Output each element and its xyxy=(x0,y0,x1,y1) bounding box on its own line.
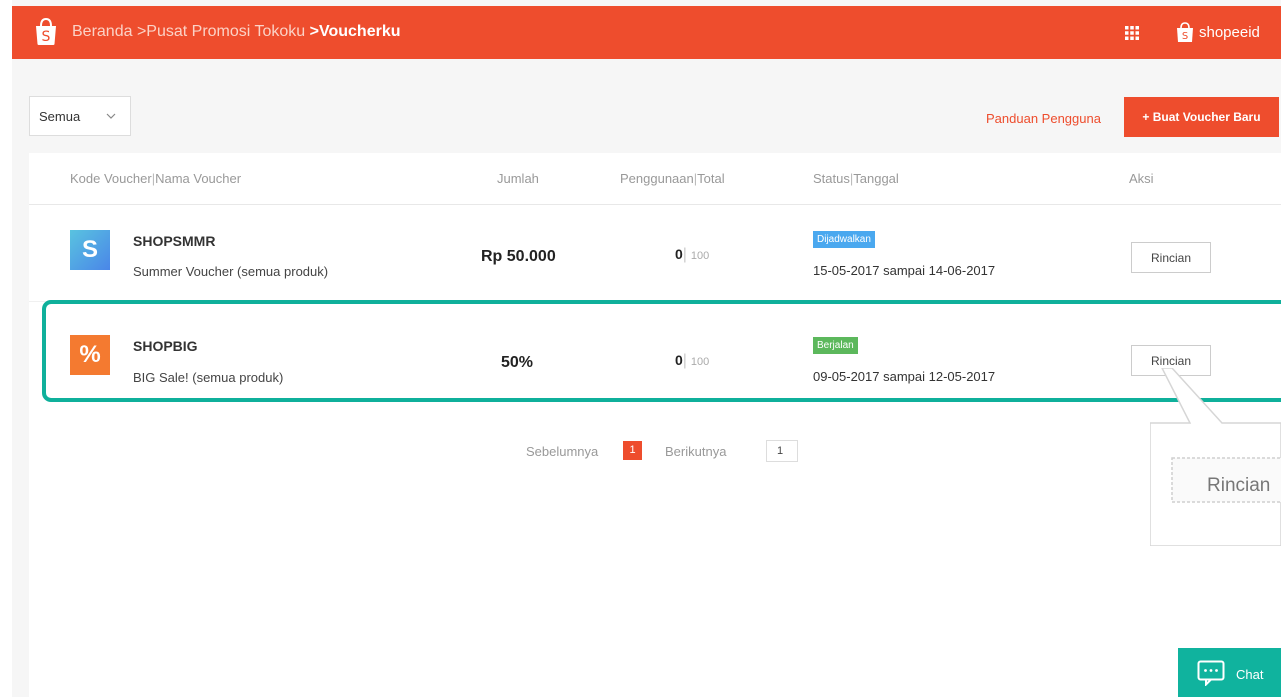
voucher-table: Kode Voucher|Nama Voucher Jumlah Penggun… xyxy=(29,153,1281,697)
table-header: Kode Voucher|Nama Voucher Jumlah Penggun… xyxy=(29,153,1281,205)
chat-icon xyxy=(1197,660,1225,686)
usage-used: 0 xyxy=(675,246,683,262)
status-filter-value: Semua xyxy=(39,108,81,124)
voucher-amount: Rp 50.000 xyxy=(481,248,556,265)
voucher-date-range: 15-05-2017 sampai 14-06-2017 xyxy=(813,263,996,278)
chevron-down-icon xyxy=(106,113,116,119)
voucher-code: SHOPSMMR xyxy=(133,233,216,249)
header-date: Tanggal xyxy=(853,171,899,186)
svg-text:S: S xyxy=(42,29,51,45)
header-amount: Jumlah xyxy=(497,171,539,186)
header-status: Status xyxy=(813,171,850,186)
status-filter-select[interactable]: Semua xyxy=(29,96,131,136)
chat-label: Chat xyxy=(1236,667,1264,682)
user-guide-link[interactable]: Panduan Pengguna xyxy=(986,111,1101,126)
dollar-icon: S xyxy=(70,230,110,270)
header-name: Nama Voucher xyxy=(155,171,242,186)
breadcrumb-home[interactable]: Beranda xyxy=(72,23,133,40)
svg-text:S: S xyxy=(1182,31,1188,42)
zoomed-details-label: Rincian xyxy=(1207,475,1271,496)
apps-grid-icon[interactable] xyxy=(1125,26,1139,40)
header-usage-total: Penggunaan|Total xyxy=(620,171,725,186)
status-badge: Dijadwalkan xyxy=(813,231,875,248)
page-edge xyxy=(0,0,12,697)
header-total: Total xyxy=(697,171,725,186)
zoom-callout xyxy=(1150,368,1281,546)
chat-button[interactable]: Chat xyxy=(1178,648,1281,697)
pagination-next[interactable]: Berikutnya xyxy=(665,444,726,459)
header-status-date: Status|Tanggal xyxy=(813,171,899,186)
details-button[interactable]: Rincian xyxy=(1131,242,1211,273)
pagination-current-page[interactable]: 1 xyxy=(623,441,642,460)
header-usage: Penggunaan xyxy=(620,171,694,186)
shop-name[interactable]: shopeeid xyxy=(1199,24,1260,41)
header-code-name: Kode Voucher|Nama Voucher xyxy=(70,171,242,186)
top-bar: S Beranda >Pusat Promosi Tokoku >Voucher… xyxy=(12,6,1281,59)
breadcrumb: Beranda >Pusat Promosi Tokoku >Voucherku xyxy=(72,23,400,41)
voucher-name: Summer Voucher (semua produk) xyxy=(133,264,329,279)
breadcrumb-current: >Voucherku xyxy=(309,23,401,40)
header-code: Kode Voucher xyxy=(70,171,152,186)
pagination-prev[interactable]: Sebelumnya xyxy=(526,444,598,459)
table-row: S SHOPSMMR Summer Voucher (semua produk)… xyxy=(29,205,1281,302)
usage-total: 100 xyxy=(690,250,710,262)
row-highlight-frame xyxy=(42,300,1281,402)
shop-bag-icon[interactable]: S xyxy=(1176,22,1194,43)
voucher-usage: 0| 100 xyxy=(675,246,710,263)
shopee-logo-icon[interactable]: S xyxy=(34,18,58,46)
pagination-page-input[interactable] xyxy=(766,440,798,462)
header-action: Aksi xyxy=(1129,171,1154,186)
create-voucher-button[interactable]: + Buat Voucher Baru xyxy=(1124,97,1279,137)
breadcrumb-promo-center[interactable]: >Pusat Promosi Tokoku xyxy=(137,23,305,40)
